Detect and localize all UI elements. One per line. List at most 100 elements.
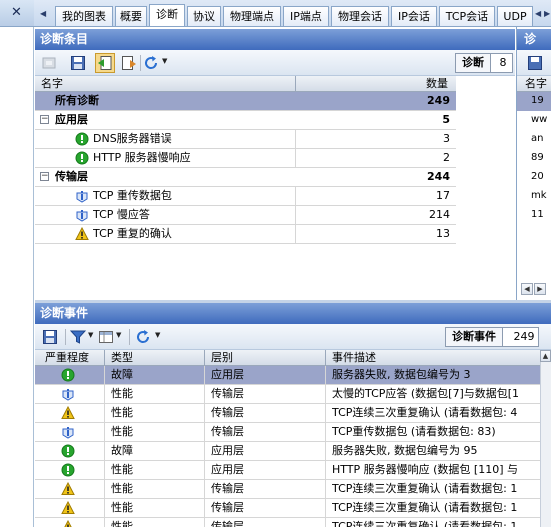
group-row-application-layer[interactable]: − 应用层 5: [35, 111, 456, 130]
save-icon[interactable]: [42, 329, 58, 345]
diagnosis-events-panel: 诊断事件 ▼ ▼ ▼ 诊断事件 249 严重程度 类型 层别 事件描述 ▲ 故障…: [35, 303, 551, 527]
save-icon[interactable]: [70, 55, 86, 71]
refresh-dropdown-arrow[interactable]: ▼: [162, 57, 167, 65]
export-button-active[interactable]: [95, 53, 115, 73]
column-header-type[interactable]: 类型: [111, 350, 133, 365]
import-icon[interactable]: [121, 55, 137, 71]
collapse-icon[interactable]: −: [40, 115, 49, 124]
diag-item-name: TCP 慢应答: [93, 208, 150, 221]
tab-physical-endpoints[interactable]: 物理端点: [223, 6, 281, 26]
columns-icon[interactable]: [98, 329, 114, 345]
group-count: 5: [442, 113, 450, 126]
scroll-left-button[interactable]: ◀: [521, 283, 533, 295]
event-layer: 应用层: [211, 463, 244, 476]
tab-scroll-left-icon[interactable]: ◀: [40, 9, 46, 18]
diag-item-tcp-duplicate-ack[interactable]: TCP 重复的确认 13: [35, 225, 456, 244]
event-type: 故障: [111, 444, 133, 457]
tab-my-charts[interactable]: 我的图表: [55, 6, 113, 26]
right-panel-cell: 19: [531, 95, 544, 106]
panel-title: 诊断事件: [35, 303, 551, 324]
collapse-icon[interactable]: −: [40, 172, 49, 181]
diag-item-name: TCP 重传数据包: [93, 189, 172, 202]
vertical-scrollbar[interactable]: [540, 350, 551, 527]
event-layer: 应用层: [211, 368, 244, 381]
tab-ip-endpoints[interactable]: IP端点: [283, 6, 329, 26]
diag-item-tcp-retransmit[interactable]: TCP 重传数据包 17: [35, 187, 456, 206]
right-clipped-panel: 诊 名字 19 ww an 89 20 mk 11 ◀ ▶: [516, 27, 551, 300]
event-row[interactable]: 性能 应用层 HTTP 服务器慢响应 (数据包 [110] 与: [35, 461, 540, 480]
event-row[interactable]: 性能 传输层 TCP连续三次重复确认 (请看数据包: 4: [35, 404, 540, 423]
tab-physical-sessions[interactable]: 物理会话: [331, 6, 389, 26]
column-header-name[interactable]: 名字: [525, 76, 547, 91]
diag-item-count: 2: [443, 151, 450, 164]
refresh-icon[interactable]: [135, 329, 151, 345]
diag-item-count: 17: [436, 189, 450, 202]
row-all-diagnoses[interactable]: 所有诊断 249: [35, 92, 456, 111]
tab-tcp-sessions[interactable]: TCP会话: [439, 6, 495, 26]
column-header-count[interactable]: 数量: [426, 76, 448, 91]
refresh-disabled-icon[interactable]: [41, 55, 57, 71]
event-row[interactable]: 故障 应用层 服务器失败, 数据包编号为 95: [35, 442, 540, 461]
group-row-transport-layer[interactable]: − 传输层 244: [35, 168, 456, 187]
tab-scroll-right-icon[interactable]: ▶: [544, 9, 550, 18]
right-panel-cell: ww: [531, 114, 548, 125]
tab-diagnosis[interactable]: 诊断: [149, 4, 185, 26]
event-description: TCP重传数据包 (请看数据包: 83): [332, 425, 496, 438]
error-status-icon: [61, 368, 75, 382]
event-row[interactable]: 性能 传输层 TCP重传数据包 (请看数据包: 83): [35, 423, 540, 442]
event-row[interactable]: 性能 传输层 TCP连续三次重复确认 (请看数据包: 1: [35, 480, 540, 499]
filter-dropdown-arrow[interactable]: ▼: [88, 331, 93, 339]
tab-overview[interactable]: 概要: [115, 6, 147, 26]
diag-item-name: HTTP 服务器慢响应: [93, 151, 191, 164]
right-panel-cell: mk: [531, 190, 547, 201]
warning-status-icon: [64, 520, 72, 527]
save-icon[interactable]: [527, 55, 543, 71]
column-header-layer[interactable]: 层别: [211, 350, 233, 365]
error-status-icon: [61, 444, 75, 458]
refresh-icon[interactable]: [143, 55, 159, 71]
right-panel-cell: 11: [531, 209, 544, 220]
tab-udp[interactable]: UDP: [497, 6, 533, 26]
columns-dropdown-arrow[interactable]: ▼: [116, 331, 121, 339]
diag-item-http-slow-response[interactable]: HTTP 服务器慢响应 2: [35, 149, 456, 168]
tab-scroll-left-icon[interactable]: ◀: [535, 9, 541, 18]
info-status-icon: [76, 210, 88, 222]
event-description: 服务器失败, 数据包编号为 95: [332, 444, 478, 457]
diag-item-tcp-slow-ack[interactable]: TCP 慢应答 214: [35, 206, 456, 225]
warning-status-icon: [75, 227, 89, 240]
event-layer: 传输层: [211, 520, 244, 527]
event-type: 性能: [111, 425, 133, 438]
close-icon[interactable]: ✕: [11, 5, 22, 20]
refresh-dropdown-arrow[interactable]: ▼: [155, 331, 160, 339]
scroll-right-button[interactable]: ▶: [534, 283, 546, 295]
column-header-description[interactable]: 事件描述: [332, 350, 376, 365]
filter-icon[interactable]: [70, 329, 86, 345]
event-layer: 传输层: [211, 501, 244, 514]
event-layer: 传输层: [211, 482, 244, 495]
event-row[interactable]: 故障 应用层 服务器失败, 数据包编号为 3: [35, 366, 540, 385]
warning-status-icon: [61, 406, 75, 419]
diag-grid-header: 名字 数量: [35, 76, 456, 92]
warning-status-icon: [61, 482, 75, 495]
tab-ip-sessions[interactable]: IP会话: [391, 6, 437, 26]
counter-label: 诊断事件: [446, 328, 503, 346]
scroll-up-button[interactable]: ▲: [540, 350, 551, 362]
event-type: 性能: [111, 482, 133, 495]
event-layer: 应用层: [211, 444, 244, 457]
diag-item-count: 214: [429, 208, 450, 221]
event-type: 性能: [111, 520, 133, 527]
diag-item-dns-server-error[interactable]: DNS服务器错误 3: [35, 130, 456, 149]
row-name: 所有诊断: [55, 94, 99, 107]
column-header-name[interactable]: 名字: [41, 76, 63, 91]
event-description: TCP连续三次重复确认 (请看数据包: 1: [332, 482, 518, 495]
diag-counter: 诊断 8: [455, 53, 513, 73]
event-row[interactable]: 性能 传输层 TCP连续三次重复确认 (请看数据包: 1: [35, 518, 540, 527]
event-type: 性能: [111, 406, 133, 419]
diag-toolbar: ▼ 诊断 8: [35, 50, 515, 76]
counter-value: 249: [513, 330, 535, 343]
tab-protocol[interactable]: 协议: [187, 6, 221, 26]
event-row[interactable]: 性能 传输层 TCP连续三次重复确认 (请看数据包: 1: [35, 499, 540, 518]
event-description: TCP连续三次重复确认 (请看数据包: 1: [332, 501, 518, 514]
column-header-severity[interactable]: 严重程度: [45, 350, 89, 365]
event-row[interactable]: 性能 传输层 太慢的TCP应答 (数据包[7]与数据包[1: [35, 385, 540, 404]
